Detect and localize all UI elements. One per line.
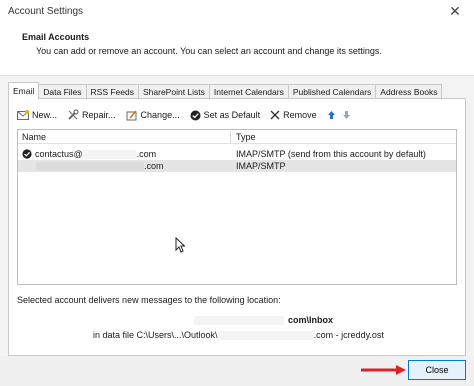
remove-label: Remove	[283, 110, 317, 120]
remove-button[interactable]: Remove	[270, 110, 317, 120]
dialog-footer: Close	[0, 356, 474, 386]
column-name-header[interactable]: Name	[22, 132, 46, 142]
body-panel: Email Data Files RSS Feeds SharePoint Li…	[0, 76, 474, 356]
account-name-prefix: contactus@	[35, 149, 83, 159]
delivery-data-file: in data file C:\Users\...\Outlook\ .com …	[93, 330, 384, 340]
repair-button[interactable]: Repair...	[67, 109, 116, 121]
redacted-text	[36, 161, 144, 171]
account-toolbar: New... Repair... Change... Set as Defaul…	[17, 107, 357, 123]
redacted-text	[194, 316, 284, 326]
tab-rss-feeds[interactable]: RSS Feeds	[86, 84, 139, 98]
window-title: Account Settings	[8, 6, 84, 17]
default-account-check-icon	[22, 149, 32, 159]
delivery-folder: com\Inbox	[194, 315, 334, 326]
header-panel: Email Accounts You can add or remove an …	[0, 24, 474, 76]
tab-sharepoint-lists[interactable]: SharePoint Lists	[139, 84, 210, 98]
data-file-suffix: .com - jcreddy.ost	[313, 330, 384, 340]
data-file-prefix: in data file C:\Users\...\Outlook\	[93, 330, 218, 340]
tab-published-calendars[interactable]: Published Calendars	[288, 84, 377, 98]
account-row[interactable]: contactus@ .com IMAP/SMTP (send from thi…	[18, 148, 456, 160]
delivery-folder-text: com\Inbox	[288, 315, 334, 325]
set-default-label: Set as Default	[203, 110, 261, 120]
move-down-arrow-icon[interactable]	[342, 110, 351, 120]
change-settings-icon	[126, 110, 137, 121]
change-label: Change...	[140, 110, 180, 120]
move-up-arrow-icon[interactable]	[327, 110, 336, 120]
column-divider[interactable]	[230, 131, 231, 143]
set-default-button[interactable]: Set as Default	[190, 110, 261, 121]
column-type-header[interactable]: Type	[236, 132, 256, 142]
account-name-suffix: .com	[136, 149, 157, 159]
tab-address-books[interactable]: Address Books	[376, 84, 443, 98]
tab-email[interactable]: Email	[8, 82, 40, 99]
account-name-suffix: .com	[144, 161, 164, 171]
account-name: .com	[36, 161, 164, 171]
section-title: Email Accounts	[22, 32, 90, 42]
pointer-arrow-icon	[361, 365, 406, 375]
mouse-cursor-icon	[175, 237, 185, 253]
section-description: You can add or remove an account. You ca…	[36, 46, 382, 56]
account-name: contactus@ .com	[22, 149, 156, 159]
account-row-selected[interactable]: .com IMAP/SMTP	[18, 160, 456, 172]
tab-internet-calendars[interactable]: Internet Calendars	[209, 84, 289, 98]
change-button[interactable]: Change...	[126, 109, 180, 121]
accounts-list: Name Type contactus@ .com IMAP/SMTP (sen…	[17, 129, 457, 285]
window-close-icon[interactable]: ✕	[446, 2, 464, 20]
email-tab-page: New... Repair... Change... Set as Defaul…	[8, 98, 466, 356]
close-button[interactable]: Close	[408, 360, 466, 380]
redacted-text	[217, 330, 314, 340]
delivery-location-label: Selected account delivers new messages t…	[17, 295, 281, 305]
tab-strip: Email Data Files RSS Feeds SharePoint Li…	[8, 82, 443, 99]
new-button[interactable]: New...	[17, 110, 57, 120]
repair-tools-icon	[68, 109, 79, 120]
title-bar: Account Settings ✕	[0, 0, 474, 24]
repair-label: Repair...	[82, 110, 116, 120]
remove-x-icon	[270, 110, 280, 120]
account-type: IMAP/SMTP (send from this account by def…	[236, 149, 426, 159]
new-label: New...	[32, 110, 58, 120]
redacted-text	[82, 149, 137, 159]
checkmark-circle-icon	[190, 110, 201, 120]
account-type: IMAP/SMTP	[236, 161, 286, 171]
new-mail-icon	[17, 110, 29, 120]
list-header: Name Type	[18, 130, 456, 144]
tab-data-files[interactable]: Data Files	[39, 84, 87, 98]
